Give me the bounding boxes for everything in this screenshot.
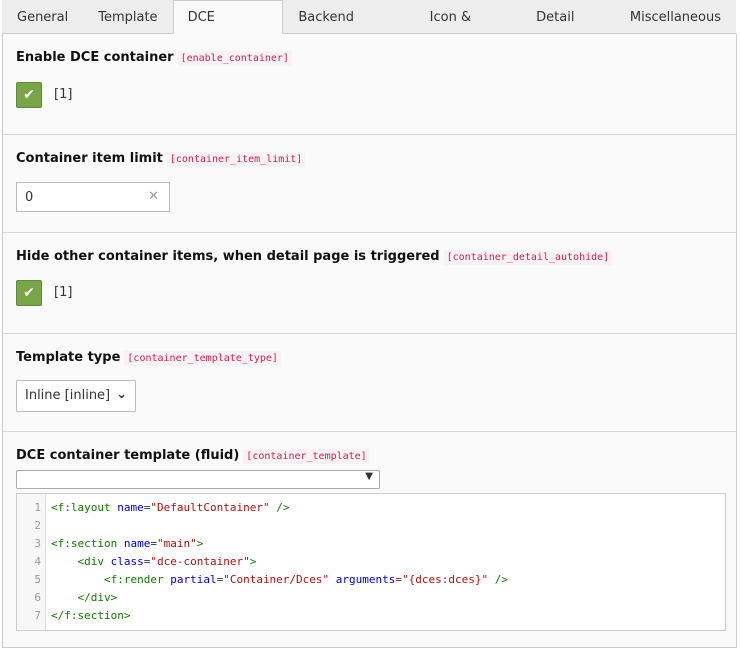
- code-token-attr: class: [110, 555, 144, 568]
- tab-icon-wizard[interactable]: Icon & Wizard: [415, 0, 522, 59]
- section-autohide: Hide other container items, when detail …: [3, 232, 736, 334]
- field-key: [container_template_type]: [124, 351, 281, 366]
- code-token-str: "main": [156, 537, 197, 550]
- line-number: 1: [34, 501, 41, 514]
- label-text: DCE container template (fluid): [16, 448, 240, 463]
- code-token-str: "{dces:dces}": [402, 573, 489, 586]
- field-key: [container_item_limit]: [166, 152, 306, 167]
- line-number: 6: [34, 591, 41, 604]
- line-number: 2: [34, 519, 41, 532]
- template-type-select[interactable]: Inline [inline] ⌄: [16, 380, 136, 412]
- checkbox-value: [1]: [54, 87, 73, 102]
- line-number: 7: [34, 609, 41, 622]
- code-token-tag: />: [269, 501, 290, 514]
- code-line: <f:layout name="DefaultContainer" />: [51, 499, 289, 517]
- chevron-down-icon: ⌄: [116, 387, 127, 402]
- item-limit-input[interactable]: 0 ✕: [16, 182, 170, 212]
- code-line: <f:render partial="Container/Dces" argum…: [51, 571, 508, 589]
- field-label: Container item limit [container_item_limi…: [16, 151, 306, 167]
- label-text: Template type: [16, 350, 121, 365]
- check-icon: ✔: [23, 87, 35, 103]
- check-icon: ✔: [23, 285, 35, 301]
- code-token-tag: </div>: [77, 591, 118, 604]
- code-token-txt: =: [150, 537, 157, 550]
- field-label: Template type [container_template_type]: [16, 350, 281, 366]
- field-label: DCE container template (fluid) [container…: [16, 448, 370, 464]
- code-token-tag: <div: [77, 555, 111, 568]
- code-line: </div>: [51, 589, 118, 607]
- field-label: Enable DCE container [enable_container]: [16, 50, 292, 66]
- code-token-tag: <f:render: [103, 573, 171, 586]
- code-token-str: "DefaultContainer": [150, 501, 270, 514]
- line-gutter: 1 2 3 4 5 6 7: [17, 494, 46, 630]
- code-token-tag: >: [249, 555, 257, 568]
- field-key: [container_detail_autohide]: [443, 250, 613, 265]
- line-number: 5: [34, 573, 41, 586]
- checkbox-value: [1]: [54, 285, 73, 300]
- code-token-tag: </f:section>: [51, 609, 131, 622]
- code-token-attr: partial: [170, 573, 217, 586]
- code-token-tag: />: [488, 573, 508, 586]
- snippet-dropdown[interactable]: ▼: [16, 470, 380, 489]
- autohide-checkbox[interactable]: ✔: [16, 280, 42, 306]
- caret-down-icon: ▼: [365, 471, 373, 482]
- tab-general[interactable]: General: [2, 0, 83, 34]
- code-token-tag: <f:layout: [51, 501, 118, 514]
- code-editor[interactable]: 1234567 <f:layout name="DefaultContainer…: [16, 493, 726, 631]
- field-key: [container_template]: [243, 449, 370, 464]
- enable-container-checkbox[interactable]: ✔: [16, 82, 42, 108]
- section-item-limit: Container item limit [container_item_limi…: [3, 134, 736, 233]
- section-enable-container: Enable DCE container [enable_container] ✔…: [3, 34, 736, 135]
- select-value: Inline [inline]: [25, 388, 111, 403]
- code-token-str: "Container/Dces": [223, 573, 330, 586]
- code-token-attr: name: [117, 501, 144, 514]
- code-line: <f:section name="main">: [51, 535, 203, 553]
- clear-icon[interactable]: ✕: [148, 189, 159, 204]
- tab-panel: Enable DCE container [enable_container] ✔…: [2, 34, 737, 648]
- field-label: Hide other container items, when detail …: [16, 249, 613, 265]
- section-template-type: Template type [container_template_type] I…: [3, 333, 736, 432]
- code-token-str: "dce-container": [150, 555, 250, 568]
- tab-detail-page[interactable]: Detail page: [521, 0, 615, 59]
- tab-template[interactable]: Template: [83, 0, 172, 34]
- field-key: [enable_container]: [177, 51, 292, 66]
- input-value: 0: [25, 190, 34, 205]
- label-text: Container item limit: [16, 151, 163, 166]
- tab-backend-template[interactable]: Backend Template: [283, 0, 414, 59]
- code-line: <div class="dce-container">: [51, 553, 257, 571]
- line-number: 3: [34, 537, 41, 550]
- code-token-tag: <f:section: [51, 537, 124, 550]
- code-token-attr: arguments: [335, 573, 396, 586]
- tab-bar: General Template DCE Container Backend T…: [2, 0, 736, 59]
- label-text: Hide other container items, when detail …: [16, 249, 440, 264]
- tab-dce-container[interactable]: DCE Container: [172, 0, 284, 59]
- line-number: 4: [34, 555, 41, 568]
- code-token-attr: name: [123, 537, 151, 550]
- code-token-tag: >: [196, 537, 204, 550]
- label-text: Enable DCE container: [16, 50, 174, 65]
- code-line: </f:section>: [51, 607, 130, 625]
- tab-miscellaneous[interactable]: Miscellaneous: [615, 0, 736, 34]
